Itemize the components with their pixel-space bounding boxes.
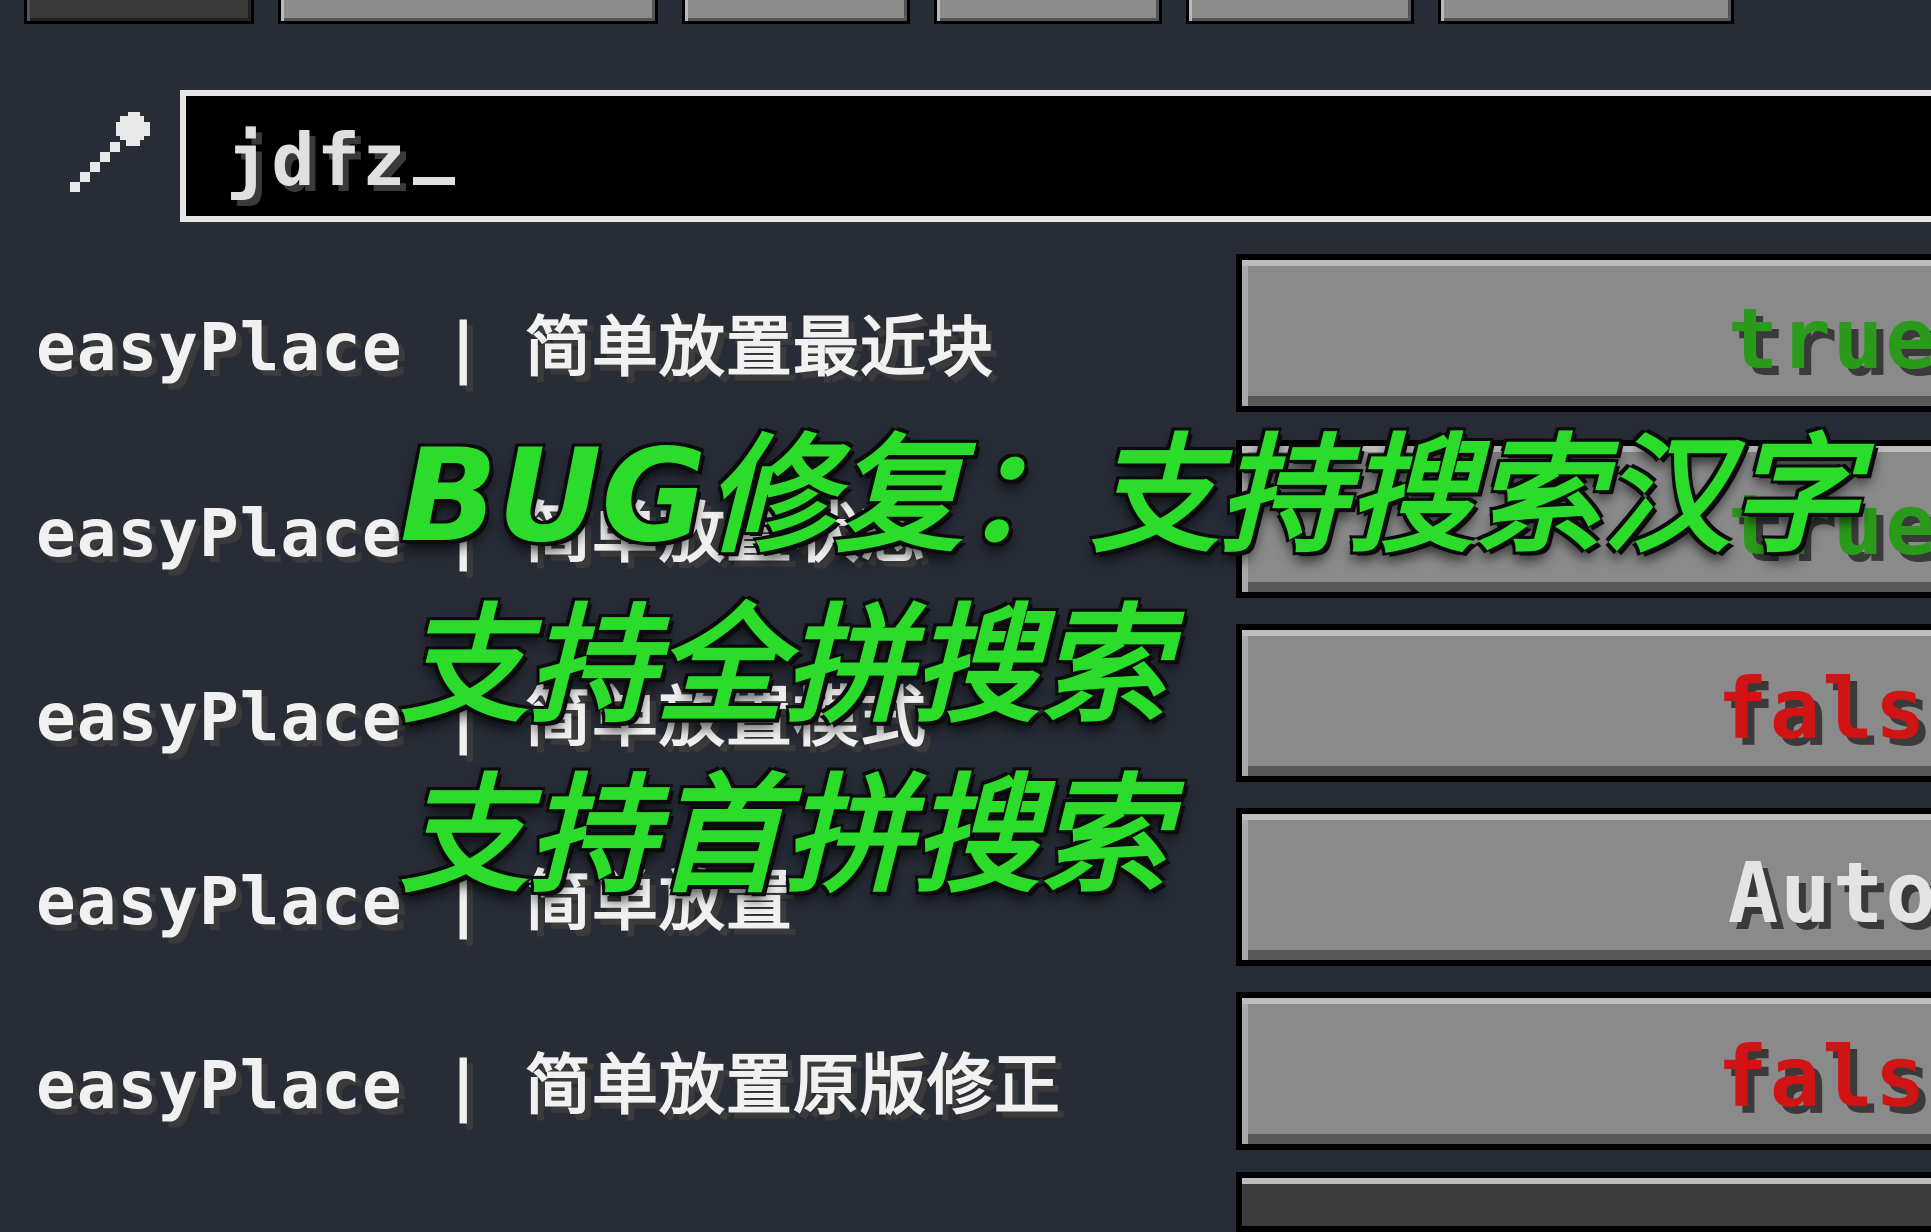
text-caret bbox=[413, 177, 456, 185]
config-row: easyPlace | 简单放置状态 true bbox=[0, 440, 1931, 610]
config-row: easyPlace | 简单放置最近块 true bbox=[0, 254, 1931, 424]
toggle-button-value: false bbox=[1717, 1028, 1931, 1126]
config-row: easyPlace | 简单放置模式 false bbox=[0, 624, 1931, 794]
tab-info[interactable] bbox=[278, 0, 658, 24]
config-row-label: easyPlace | 简单放置模式 bbox=[36, 679, 927, 756]
config-row-label: easyPlace | 简单放置 bbox=[36, 863, 793, 940]
config-row-label: easyPlace | 简单放置状态 bbox=[36, 495, 927, 572]
toggle-button-value: false bbox=[1717, 660, 1931, 758]
config-row: easyPlace | 简单放置原版修正 false bbox=[0, 992, 1931, 1162]
partial-button[interactable] bbox=[1236, 1172, 1931, 1232]
tab-lists[interactable] bbox=[682, 0, 910, 24]
config-tab-bar bbox=[0, 0, 1931, 26]
tab-visuals[interactable] bbox=[1438, 0, 1734, 24]
magnifier-icon bbox=[70, 112, 150, 192]
config-row-label: easyPlace | 简单放置原版修正 bbox=[36, 1047, 1061, 1124]
toggle-button[interactable]: false bbox=[1236, 992, 1931, 1150]
mode-button[interactable]: Auto bbox=[1236, 808, 1931, 966]
toggle-button-value: true bbox=[1727, 476, 1931, 574]
mode-button-value: Auto bbox=[1727, 844, 1931, 942]
toggle-button[interactable]: true bbox=[1236, 254, 1931, 412]
toggle-button-value: true bbox=[1727, 290, 1931, 388]
tab-generic[interactable] bbox=[24, 0, 254, 24]
config-row: easyPlace | 简单放置 Auto bbox=[0, 808, 1931, 978]
toggle-button[interactable]: true bbox=[1236, 440, 1931, 598]
tab-colors[interactable] bbox=[1186, 0, 1414, 24]
toggle-button[interactable]: false bbox=[1236, 624, 1931, 782]
tab-hotkeys[interactable] bbox=[934, 0, 1162, 24]
config-row-label: easyPlace | 简单放置最近块 bbox=[36, 309, 994, 386]
search-input[interactable]: jdfz bbox=[180, 90, 1931, 222]
search-input-text: jdfz bbox=[226, 118, 456, 202]
